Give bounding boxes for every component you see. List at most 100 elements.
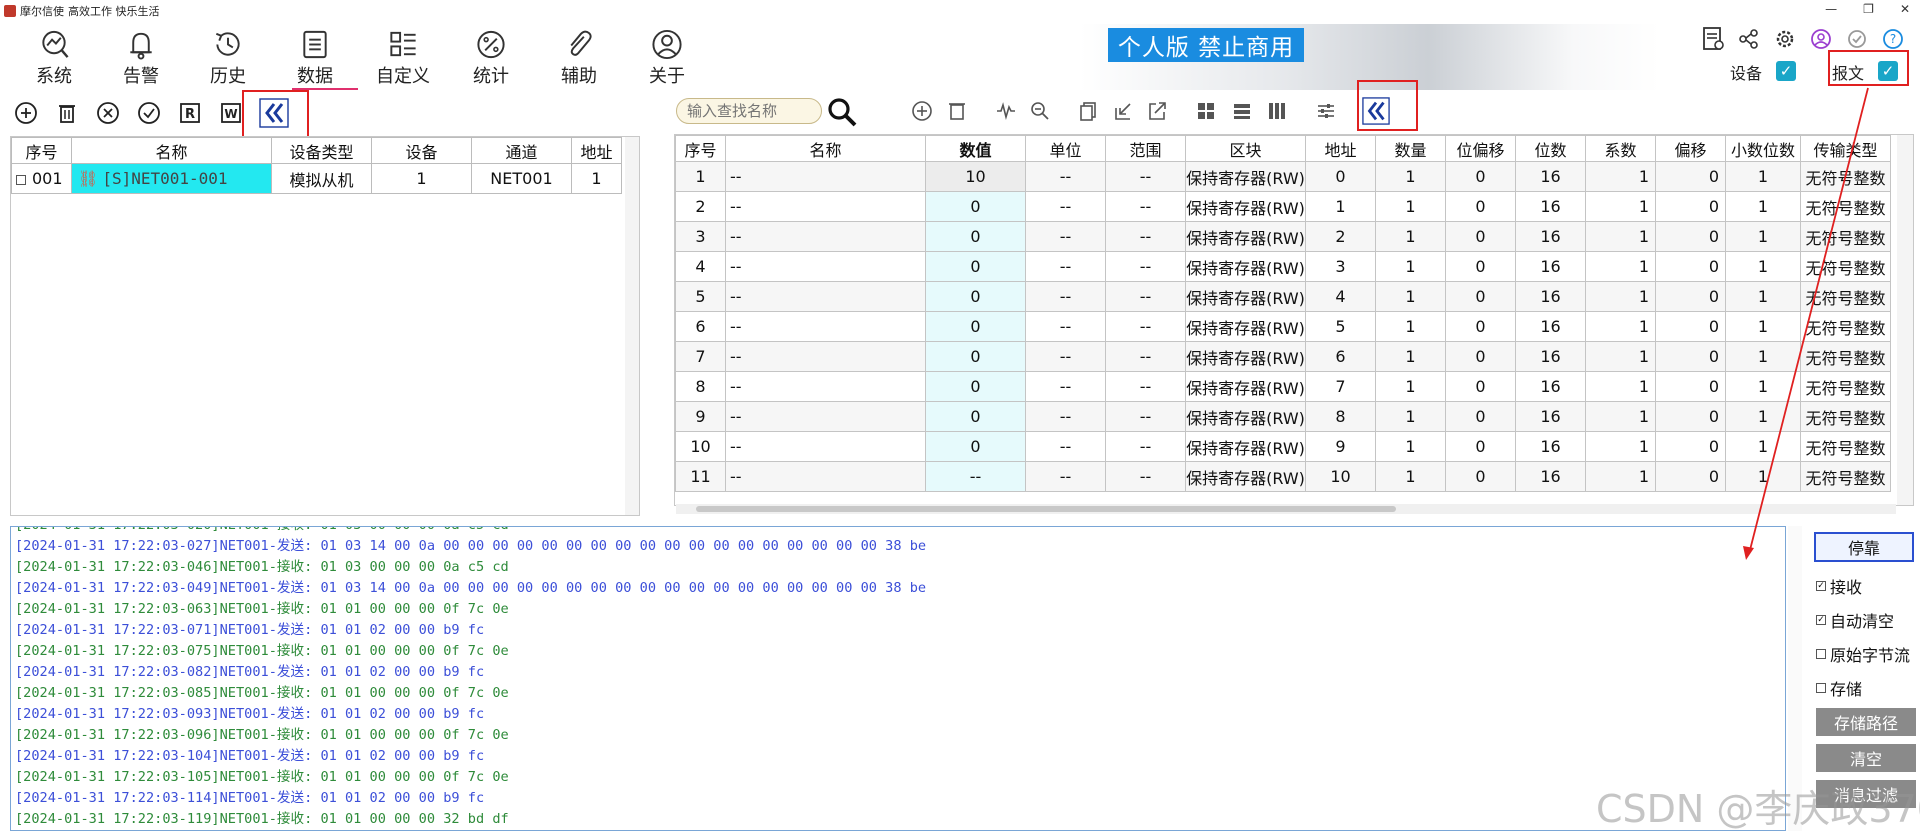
add-icon[interactable] xyxy=(13,100,39,126)
restore-icon[interactable]: ❐ xyxy=(1863,2,1874,16)
table-cell[interactable]: 10 xyxy=(925,161,1026,192)
store-path-button[interactable]: 存储路径 xyxy=(1816,708,1916,736)
table-cell[interactable]: 0 xyxy=(925,281,1026,312)
column-header[interactable]: 单位 xyxy=(1025,135,1106,162)
checkbox-box[interactable] xyxy=(1816,649,1826,659)
right-vertical-scrollbar[interactable] xyxy=(1897,135,1913,505)
search-icon[interactable] xyxy=(826,96,858,128)
grid-view-icon[interactable] xyxy=(1193,98,1219,124)
import-icon[interactable] xyxy=(1110,98,1136,124)
table-row[interactable]: 6 -- 0 -- -- 保持寄存器(RW) 5 1 0 16 1 0 1 无符号整数 xyxy=(675,311,1891,342)
column-header[interactable]: 位偏移 xyxy=(1445,135,1516,162)
nav-system[interactable]: 系统 xyxy=(19,28,89,88)
column-header[interactable]: 设备 xyxy=(371,137,472,164)
column-header[interactable]: 通道 xyxy=(471,137,572,164)
table-cell[interactable]: 0 xyxy=(925,341,1026,372)
table-row[interactable]: 11 -- -- -- -- 保持寄存器(RW) 10 1 0 16 1 0 1 无符号整数 xyxy=(675,461,1891,492)
column-header[interactable]: 名称 xyxy=(71,137,272,164)
scrollbar-thumb[interactable] xyxy=(696,506,1396,512)
table-cell[interactable]: 0 xyxy=(925,401,1026,432)
panel-splitter[interactable] xyxy=(660,92,672,522)
raw-bytes-checkbox[interactable]: 原始字节流 xyxy=(1816,642,1910,666)
column-header[interactable]: 偏移 xyxy=(1655,135,1726,162)
delete-icon[interactable] xyxy=(54,100,80,126)
nav-data[interactable]: 数据 xyxy=(280,28,350,88)
write-icon[interactable]: W xyxy=(218,100,244,126)
column-header[interactable]: 序号 xyxy=(675,135,726,162)
checkbox-box[interactable]: ✓ xyxy=(1816,615,1826,625)
dock-button[interactable]: 停靠 xyxy=(1814,532,1914,562)
nav-alarm[interactable]: 告警 xyxy=(106,28,176,88)
table-row[interactable]: 1 -- 10 -- -- 保持寄存器(RW) 0 1 0 16 1 0 1 无符号整数 xyxy=(675,161,1891,192)
horizontal-scrollbar[interactable] xyxy=(676,504,1896,514)
column-header[interactable]: 数量 xyxy=(1375,135,1446,162)
column-header[interactable]: 系数 xyxy=(1585,135,1656,162)
close-circle-icon[interactable] xyxy=(95,100,121,126)
table-row[interactable]: 4 -- 0 -- -- 保持寄存器(RW) 3 1 0 16 1 0 1 无符号整数 xyxy=(675,251,1891,282)
column-header[interactable]: 序号 xyxy=(11,137,72,164)
store-checkbox[interactable]: 存储 xyxy=(1816,676,1862,700)
table-cell[interactable]: 0 xyxy=(925,371,1026,402)
table-row[interactable]: 8 -- 0 -- -- 保持寄存器(RW) 7 1 0 16 1 0 1 无符号整数 xyxy=(675,371,1891,402)
message-log[interactable]: [2024-01-31 17:22:03-020]NET001-接收: 01 0… xyxy=(10,526,1786,831)
table-row[interactable]: 001 ⛓ [S]NET001-001 模拟从机 1 NET001 1 xyxy=(11,163,622,194)
table-cell[interactable]: 0 xyxy=(925,311,1026,342)
table-cell[interactable]: 0 xyxy=(925,431,1026,462)
table-cell[interactable]: -- xyxy=(925,461,1026,492)
column-view-icon[interactable] xyxy=(1264,98,1290,124)
zoom-out-icon[interactable] xyxy=(1027,98,1053,124)
table-row[interactable]: 7 -- 0 -- -- 保持寄存器(RW) 6 1 0 16 1 0 1 无符号整数 xyxy=(675,341,1891,372)
list-view-icon[interactable] xyxy=(1229,98,1255,124)
column-header[interactable]: 设备类型 xyxy=(271,137,372,164)
clear-button[interactable]: 清空 xyxy=(1816,744,1916,772)
table-row[interactable]: 2 -- 0 -- -- 保持寄存器(RW) 1 1 0 16 1 0 1 无符号整数 xyxy=(675,191,1891,222)
check-circle-icon[interactable] xyxy=(136,100,162,126)
waveform-icon[interactable] xyxy=(993,98,1019,124)
minimize-icon[interactable]: — xyxy=(1825,2,1837,16)
share-icon[interactable] xyxy=(1734,24,1764,54)
column-header[interactable]: 位数 xyxy=(1515,135,1586,162)
auto-clear-checkbox[interactable]: ✓ 自动清空 xyxy=(1816,608,1894,632)
column-header[interactable]: 数值 xyxy=(925,135,1026,162)
column-header[interactable]: 区块 xyxy=(1185,135,1306,162)
close-icon[interactable]: ✕ xyxy=(1900,2,1910,16)
checkbox-box[interactable]: ✓ xyxy=(1816,581,1826,591)
row-checkbox[interactable] xyxy=(16,174,26,185)
table-row[interactable]: 10 -- 0 -- -- 保持寄存器(RW) 9 1 0 16 1 0 1 无符号整数 xyxy=(675,431,1891,462)
table-cell[interactable]: 0 xyxy=(925,251,1026,282)
copy-icon[interactable] xyxy=(1076,98,1102,124)
nav-about[interactable]: 关于 xyxy=(632,28,702,88)
nav-custom[interactable]: 自定义 xyxy=(368,28,438,88)
checkbox-box[interactable] xyxy=(1816,683,1826,693)
column-header[interactable]: 地址 xyxy=(571,137,622,164)
search-input[interactable] xyxy=(676,98,822,124)
document-icon[interactable] xyxy=(1698,24,1728,54)
nav-statistics[interactable]: 统计 xyxy=(456,28,526,88)
column-header[interactable]: 名称 xyxy=(725,135,926,162)
nav-history[interactable]: 历史 xyxy=(193,28,263,88)
nav-label: 告警 xyxy=(123,66,159,87)
table-row[interactable]: 5 -- 0 -- -- 保持寄存器(RW) 4 1 0 16 1 0 1 无符号整数 xyxy=(675,281,1891,312)
add-icon[interactable] xyxy=(909,98,935,124)
device-toggle-checkbox[interactable]: ✓ xyxy=(1776,61,1796,81)
log-line: [2024-01-31 17:22:03-063]NET001-接收: 01 0… xyxy=(15,601,509,617)
receive-checkbox[interactable]: ✓ 接收 xyxy=(1816,574,1862,598)
delete-icon[interactable] xyxy=(944,98,970,124)
table-cell: 1 xyxy=(1585,251,1656,282)
table-cell[interactable]: 0 xyxy=(925,191,1026,222)
column-header[interactable]: 范围 xyxy=(1105,135,1186,162)
gear-icon[interactable] xyxy=(1770,24,1800,54)
column-header[interactable]: 传输类型 xyxy=(1800,135,1891,162)
table-cell: 无符号整数 xyxy=(1800,341,1891,372)
table-row[interactable]: 3 -- 0 -- -- 保持寄存器(RW) 2 1 0 16 1 0 1 无符号整数 xyxy=(675,221,1891,252)
settings-sliders-icon[interactable] xyxy=(1313,98,1339,124)
table-cell[interactable]: 0 xyxy=(925,221,1026,252)
table-row[interactable]: 9 -- 0 -- -- 保持寄存器(RW) 8 1 0 16 1 0 1 无符号整数 xyxy=(675,401,1891,432)
column-header[interactable]: 地址 xyxy=(1305,135,1376,162)
left-vertical-scrollbar[interactable] xyxy=(625,137,639,515)
nav-assist[interactable]: 辅助 xyxy=(544,28,614,88)
export-icon[interactable] xyxy=(1144,98,1170,124)
device-name-cell[interactable]: ⛓ [S]NET001-001 xyxy=(71,163,272,194)
column-header[interactable]: 小数位数 xyxy=(1725,135,1801,162)
read-icon[interactable]: R xyxy=(177,100,203,126)
